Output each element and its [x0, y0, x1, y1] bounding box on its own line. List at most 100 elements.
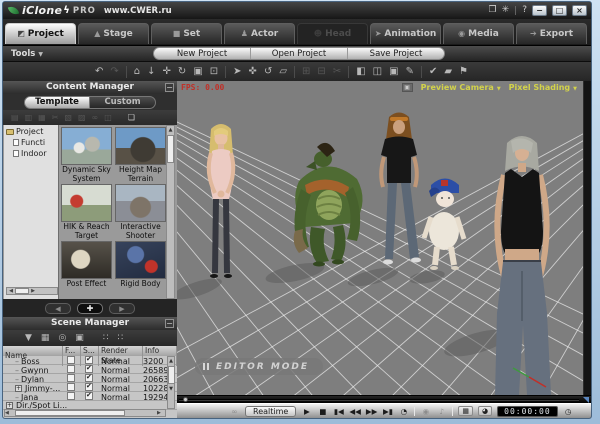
loop-icon[interactable]: ∞ — [229, 405, 240, 418]
collapse-icon[interactable]: − — [165, 83, 174, 92]
table-vertical-scrollbar[interactable]: ▲ ▼ — [167, 356, 175, 409]
import-icon[interactable]: ↓ — [147, 63, 155, 81]
camera-selector[interactable]: Preview Camera▼ — [421, 83, 501, 92]
freeze-checkbox[interactable] — [67, 383, 75, 391]
scrollbar-thumb[interactable] — [15, 288, 29, 294]
character-green-monster[interactable] — [294, 143, 363, 267]
shading-selector[interactable]: Pixel Shading▼ — [509, 83, 577, 92]
show-checkbox[interactable]: ✔ — [85, 365, 93, 373]
character-silver-hair-woman[interactable] — [495, 136, 551, 395]
scroll-up-icon[interactable]: ▲ — [168, 357, 174, 365]
expand-icon[interactable]: + — [6, 402, 13, 409]
maximize-button[interactable]: □ — [552, 5, 567, 16]
character-blonde-woman[interactable] — [209, 124, 234, 278]
paste-icon[interactable]: ▨ — [78, 111, 86, 124]
delete-folder-icon[interactable]: ▥ — [25, 111, 33, 124]
tree-item-project[interactable]: Project — [4, 125, 58, 136]
play-button[interactable]: ▶ — [301, 405, 312, 418]
first-frame-button[interactable]: ▮◀ — [333, 405, 344, 418]
cut-icon[interactable]: ✂ — [52, 111, 59, 124]
rewind-button[interactable]: ◀◀ — [349, 405, 361, 418]
add-content-button[interactable]: ✚ — [77, 303, 103, 314]
search-icon[interactable]: ◎ — [58, 329, 66, 347]
prev-page-button[interactable]: ◀ — [45, 303, 71, 314]
scrollbar-thumb[interactable] — [168, 366, 175, 384]
home-icon[interactable]: ⌂ — [134, 63, 140, 81]
show-checkbox[interactable]: ✔ — [85, 356, 93, 364]
move-gizmo-icon[interactable]: ✜ — [249, 63, 257, 81]
settings-gear-icon[interactable]: ✳ — [502, 5, 510, 16]
copy-icon[interactable]: ▧ — [64, 111, 72, 124]
scroll-right-icon[interactable]: ▶ — [157, 410, 165, 416]
undo-icon[interactable]: ↶ — [95, 63, 103, 81]
tab-template[interactable]: Template — [24, 96, 90, 109]
freeze-checkbox[interactable] — [67, 374, 75, 382]
collapse-icon[interactable]: − — [165, 319, 174, 328]
open-project-button[interactable]: Open Project — [251, 48, 348, 59]
scroll-up-icon[interactable]: ▲ — [167, 126, 174, 134]
next-page-button[interactable]: ▶ — [109, 303, 135, 314]
layout-quad-icon[interactable]: ◫ — [373, 63, 382, 81]
tab-set[interactable]: ■Set — [151, 23, 222, 44]
tab-animation[interactable]: ➤Animation — [370, 23, 441, 44]
scale-gizmo-icon[interactable]: ▱ — [279, 63, 287, 81]
unlink-icon[interactable]: ⊟ — [317, 63, 325, 81]
realtime-button[interactable]: Realtime — [245, 406, 296, 417]
help-icon[interactable]: ? — [522, 5, 527, 16]
object-mode-icon[interactable]: ▣ — [193, 63, 202, 81]
clock-icon[interactable]: ◷ — [563, 405, 574, 418]
new-project-button[interactable]: New Project — [154, 48, 251, 59]
rotate-tool-icon[interactable]: ↻ — [178, 63, 186, 81]
stop-button[interactable]: ■ — [317, 405, 328, 418]
freeze-checkbox[interactable] — [67, 392, 75, 400]
show-checkbox[interactable]: ✔ — [85, 374, 93, 382]
show-checkbox[interactable]: ✔ — [85, 383, 93, 391]
marquee-select-icon[interactable]: ⊡ — [210, 63, 218, 81]
audio-icon[interactable]: ♪ — [436, 405, 447, 418]
viewport-3d[interactable]: FPS: 0.00 ▣ Preview Camera▼ Pixel Shadin… — [177, 81, 583, 395]
properties-icon[interactable]: ▣ — [75, 329, 84, 347]
template-item-post-effect[interactable]: Post Effect — [61, 241, 112, 297]
tab-actor[interactable]: ♟Actor — [224, 23, 295, 44]
scrollbar-thumb[interactable] — [15, 410, 125, 416]
tab-media[interactable]: ◉Media — [443, 23, 514, 44]
speed-gauge-button[interactable]: ◕ — [478, 406, 492, 416]
record-icon[interactable]: ◉ — [420, 405, 431, 418]
link-icon[interactable]: ⊞ — [302, 63, 310, 81]
scroll-down-icon[interactable]: ▼ — [168, 385, 174, 393]
last-frame-button[interactable]: ▶▮ — [382, 405, 393, 418]
table-horizontal-scrollbar[interactable]: ◀ ▶ — [4, 409, 166, 417]
scrollbar-thumb[interactable] — [167, 135, 174, 163]
expand-icon[interactable]: + — [15, 385, 22, 392]
show-checkbox[interactable]: ✔ — [85, 392, 93, 400]
freeze-checkbox[interactable] — [67, 365, 75, 373]
scroll-left-icon[interactable]: ◀ — [5, 410, 13, 416]
freeze-checkbox[interactable] — [67, 356, 75, 364]
scroll-right-icon[interactable]: ▶ — [29, 288, 37, 294]
move-tool-icon[interactable]: ✛ — [163, 63, 171, 81]
display-switch-icon[interactable]: ❐ — [489, 5, 497, 16]
rename-icon[interactable]: ▦ — [38, 111, 46, 124]
tab-project[interactable]: ◩Project — [5, 23, 76, 44]
timeline-track[interactable] — [177, 395, 591, 403]
rotate-gizmo-icon[interactable]: ↺ — [264, 63, 272, 81]
character-man-black-shirt[interactable] — [381, 113, 421, 265]
speed-icon[interactable]: ◔ — [398, 405, 409, 418]
tab-head[interactable]: ☻Head — [297, 23, 368, 44]
template-item-interactive-shooter[interactable]: Interactive Shooter — [115, 184, 166, 240]
film-frame-button[interactable]: ▦ — [458, 406, 473, 416]
select-gizmo-icon[interactable]: ➤ — [233, 63, 241, 81]
save-project-button[interactable]: Save Project — [348, 48, 444, 59]
view-mode-icon[interactable]: ◫ — [104, 111, 112, 124]
filter-icon[interactable]: ▼ — [25, 329, 32, 347]
new-folder-icon[interactable]: ▤ — [11, 111, 19, 124]
layout-single-icon[interactable]: ◧ — [356, 63, 365, 81]
group-icon[interactable]: ∷ — [103, 329, 109, 347]
check-icon[interactable]: ✔ — [429, 63, 437, 81]
detach-icon[interactable]: ✂ — [333, 63, 341, 81]
template-item-dynamic-sky[interactable]: Dynamic Sky System — [61, 127, 112, 183]
template-item-height-map[interactable]: Height Map Terrain — [115, 127, 166, 183]
layout-full-icon[interactable]: ▣ — [389, 63, 398, 81]
paint-icon[interactable]: ▰ — [444, 63, 452, 81]
tree-item-function[interactable]: Functi — [4, 136, 58, 147]
